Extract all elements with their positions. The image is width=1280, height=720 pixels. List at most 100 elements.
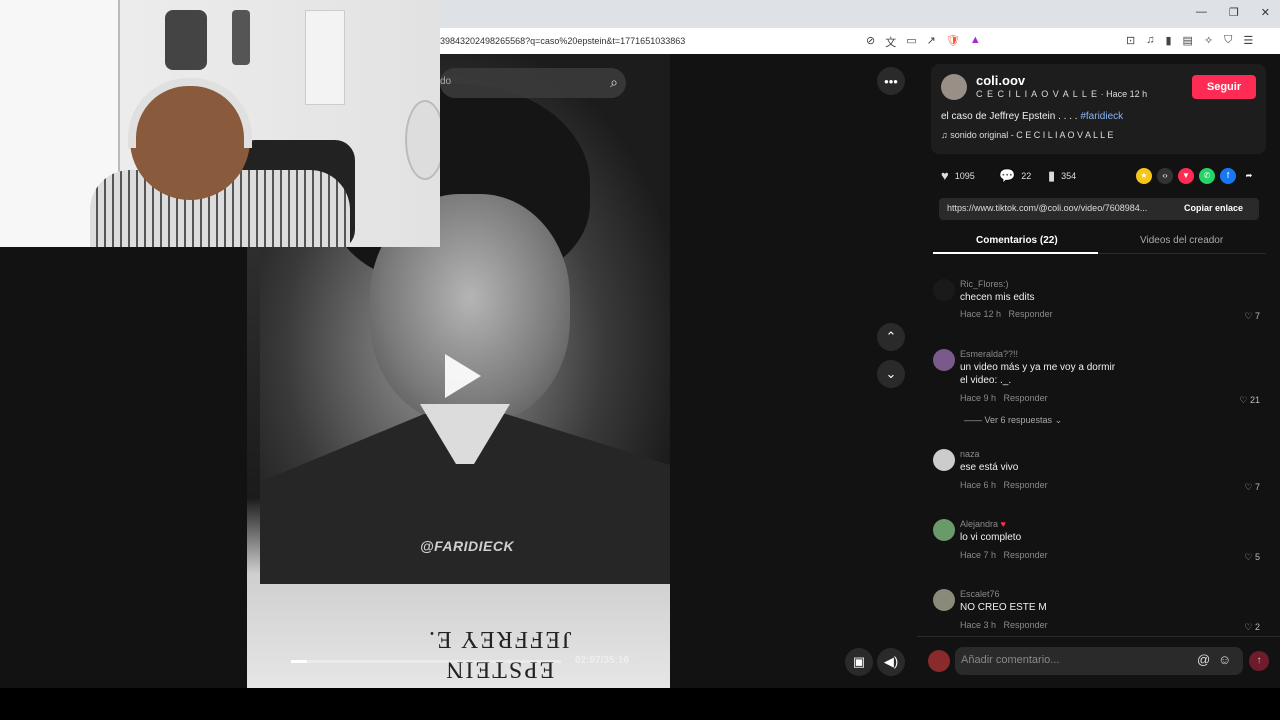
comment-meta: Hace 12 h Responder — [960, 309, 1053, 319]
wallet-icon[interactable]: ▤ — [1183, 34, 1193, 47]
comment-item: naza ese está vivo Hace 6 h Responder ♡ … — [930, 449, 1270, 494]
sidebar-icon[interactable]: ▮ — [1165, 34, 1171, 47]
avatar[interactable] — [933, 589, 955, 611]
heart-badge-icon: ♥ — [1000, 519, 1006, 529]
play-icon[interactable] — [445, 354, 481, 398]
close-button[interactable]: ✕ — [1261, 6, 1270, 19]
share-row: ★ ‹› ▼ ✆ f ➦ — [1136, 168, 1257, 184]
hashtag-link[interactable]: #faridieck — [1080, 111, 1123, 122]
blocked-icon[interactable]: ⊘ — [866, 34, 875, 50]
view-replies-button[interactable]: —— Ver 6 respuestas ⌄ — [964, 415, 1062, 426]
comment-user[interactable]: Alejandra ♥ — [960, 519, 1006, 529]
gift-icon[interactable]: ★ — [1136, 168, 1152, 184]
comment-user[interactable]: Escalet76 — [960, 589, 1000, 599]
brave-rewards-icon[interactable]: ▲ — [970, 34, 981, 50]
embed-icon[interactable]: ‹› — [1157, 168, 1173, 184]
video-progress-bar[interactable] — [291, 660, 561, 663]
music-note-icon: ♫ — [941, 130, 951, 140]
vpn-icon[interactable]: ⛉ — [1224, 34, 1232, 47]
comment-user[interactable]: Esmeralda??!! — [960, 349, 1018, 359]
video-time: 02:07/35:16 — [575, 655, 629, 666]
share-link-url[interactable]: https://www.tiktok.com/@coli.oov/video/7… — [947, 203, 1147, 213]
tab-comments[interactable]: Comentarios (22) — [976, 235, 1058, 246]
send-icon[interactable]: ▼ — [1178, 168, 1194, 184]
next-video-button[interactable]: ⌄ — [877, 360, 905, 388]
reply-button[interactable]: Responder — [1009, 309, 1053, 319]
comment-user[interactable]: Ric_Flores:) — [960, 279, 1009, 289]
yearbook-caption: EPSTEIN JEFFREY E. — [427, 626, 572, 682]
reply-button[interactable]: Responder — [1004, 550, 1048, 560]
share-arrow-icon[interactable]: ➦ — [1241, 168, 1257, 184]
previous-video-button[interactable]: ⌃ — [877, 323, 905, 351]
save-stat[interactable]: ▮ 354 — [1048, 168, 1076, 184]
sound-line[interactable]: ♫ sonido original - C E C I L I A O V A … — [941, 130, 1113, 140]
follow-button[interactable]: Seguir — [1192, 75, 1256, 99]
comment-like[interactable]: ♡ 7 — [1244, 311, 1260, 322]
share-icon[interactable]: ↗ — [927, 34, 936, 50]
comment-meta: Hace 6 h Responder — [960, 480, 1048, 490]
comment-user[interactable]: naza — [960, 449, 980, 459]
floating-player-icon[interactable]: ▣ — [845, 648, 873, 676]
comment-item: Alejandra ♥ lo vi completo Hace 7 h Resp… — [930, 519, 1270, 564]
comment-item: Ric_Flores:) checen mis edits Hace 12 h … — [930, 279, 1270, 324]
comment-meta: Hace 9 h Responder — [960, 393, 1048, 403]
url-text[interactable]: 39843202498265568?q=caso%20epstein&t=177… — [440, 36, 860, 46]
search-input[interactable]: do ⌕ — [440, 68, 626, 98]
comment-like[interactable]: ♡ 5 — [1244, 552, 1260, 563]
minimize-button[interactable]: — — [1196, 6, 1207, 19]
comment-like[interactable]: ♡ 21 — [1239, 395, 1260, 406]
webcam-overlay — [0, 0, 440, 247]
comment-text: NO CREO ESTE M — [960, 602, 1047, 613]
whatsapp-icon[interactable]: ✆ — [1199, 168, 1215, 184]
avatar[interactable] — [933, 279, 955, 301]
bookmark-icon: ▮ — [1048, 168, 1056, 183]
copy-link-button[interactable]: Copiar enlace — [1184, 203, 1243, 213]
comment-text: ese está vivo — [960, 462, 1019, 473]
comment-text: lo vi completo — [960, 532, 1022, 543]
user-avatar[interactable] — [928, 650, 950, 672]
window-controls: — ❐ ✕ — [1196, 6, 1270, 19]
reply-button[interactable]: Responder — [1004, 620, 1048, 630]
avatar[interactable] — [933, 519, 955, 541]
comment-like[interactable]: ♡ 2 — [1244, 622, 1260, 633]
tab-creator-videos[interactable]: Videos del creador — [1140, 235, 1223, 246]
maximize-button[interactable]: ❐ — [1229, 6, 1239, 19]
avatar[interactable] — [933, 349, 955, 371]
comment-text: un video más y ya me voy a dormir el vide… — [960, 362, 1116, 386]
screenshot-icon[interactable]: ⊡ — [1126, 34, 1135, 47]
toolbar-right-icons: ⊡ ♫ ▮ ▤ ✧ ⛉ ☰ — [1126, 34, 1253, 47]
leo-icon[interactable]: ✧ — [1204, 34, 1213, 47]
cast-icon[interactable]: ▭ — [906, 34, 916, 50]
heart-icon: ♥ — [941, 168, 949, 183]
comment-stat[interactable]: 💬 22 — [999, 168, 1031, 184]
screen: — ❐ ✕ 39843202498265568?q=caso%20epstein… — [0, 0, 1280, 720]
search-icon[interactable]: ⌕ — [610, 74, 618, 91]
volume-icon[interactable]: ◀) — [877, 648, 905, 676]
mention-icon[interactable]: @ — [1197, 652, 1210, 667]
emoji-icon[interactable]: ☺ — [1218, 652, 1231, 667]
creator-handle[interactable]: coli.oov — [976, 73, 1025, 88]
bottom-bar — [0, 688, 1280, 720]
video-watermark: @FARIDIECK — [420, 538, 515, 554]
reply-button[interactable]: Responder — [1004, 480, 1048, 490]
translate-icon[interactable]: 文 — [885, 34, 896, 50]
video-description: el caso de Jeffrey Epstein . . . . #fari… — [941, 111, 1124, 122]
facebook-icon[interactable]: f — [1220, 168, 1236, 184]
comment-text: checen mis edits — [960, 292, 1035, 303]
more-options-button[interactable]: ••• — [877, 67, 905, 95]
comment-bubble-icon: 💬 — [999, 168, 1016, 183]
avatar[interactable] — [933, 449, 955, 471]
comment-like[interactable]: ♡ 7 — [1244, 482, 1260, 493]
reply-button[interactable]: Responder — [1004, 393, 1048, 403]
active-tab-indicator — [933, 252, 1098, 254]
send-comment-button[interactable]: ↑ — [1249, 651, 1269, 671]
brave-shield-icon[interactable]: 🛡 — [946, 34, 960, 50]
like-stat[interactable]: ♥ 1095 — [941, 168, 975, 183]
comment-meta: Hace 3 h Responder — [960, 620, 1048, 630]
comment-item: Esmeralda??!! un video más y ya me voy a… — [930, 349, 1270, 429]
comment-meta: Hace 7 h Responder — [960, 550, 1048, 560]
media-icon[interactable]: ♫ — [1146, 34, 1154, 47]
creator-avatar[interactable] — [941, 74, 967, 100]
comment-item: Escalet76 NO CREO ESTE M Hace 3 h Respon… — [930, 589, 1270, 634]
menu-icon[interactable]: ☰ — [1243, 34, 1253, 47]
